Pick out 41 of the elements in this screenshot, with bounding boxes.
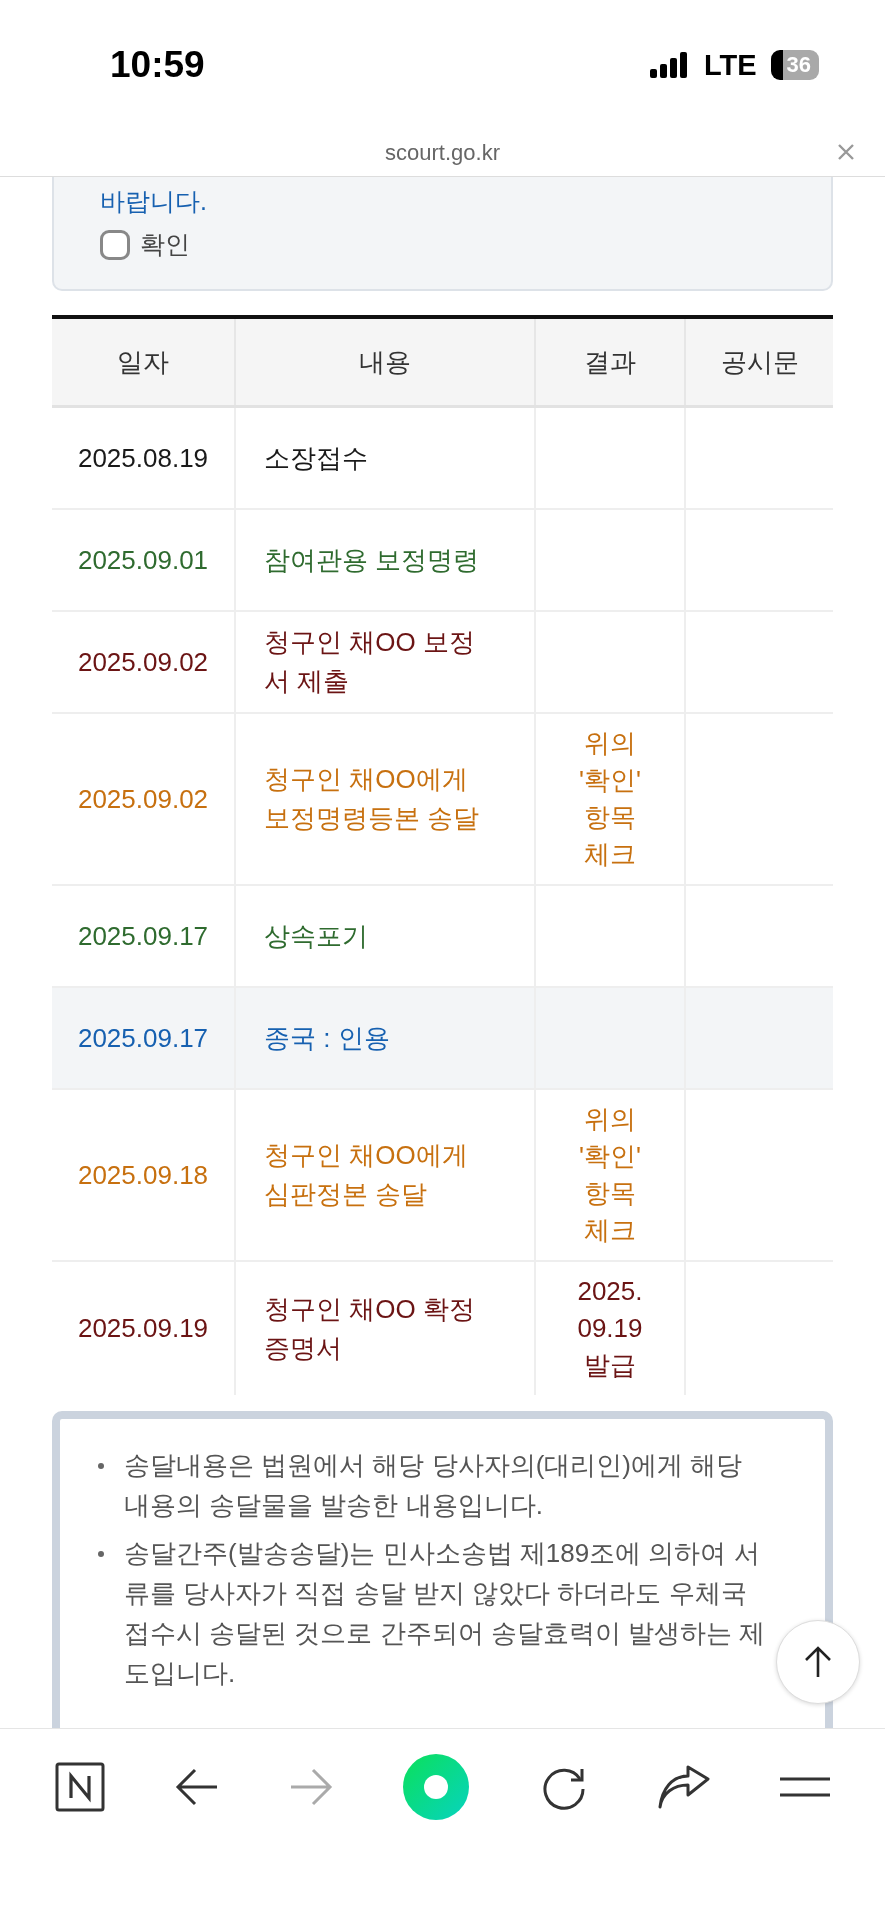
- back-icon[interactable]: [175, 1766, 220, 1807]
- column-header: 일자: [52, 317, 235, 407]
- result-text: 위의 '확인' 항목 체크: [579, 1104, 641, 1245]
- checkbox-label[interactable]: 확인: [140, 228, 190, 261]
- bullet-icon: [98, 1463, 104, 1469]
- n-logo-icon[interactable]: [55, 1761, 106, 1812]
- menu-icon[interactable]: [779, 1775, 830, 1798]
- note-text: 송달간주(발송송달)는 민사소송법 제189조에 의하여 서류를 당사자가 직접 송달 받지 않았다 하더라도 우체국 접수시 송달된 것으로 간주되어 송달효력이 발생하는 제도입니다.: [124, 1537, 767, 1690]
- content-text: 참여관용 보정명령: [264, 544, 480, 575]
- bullet-icon: [98, 1551, 104, 1557]
- share-icon[interactable]: [657, 1764, 710, 1809]
- content-text: 소장접수: [264, 442, 368, 473]
- content-text: 상속포기: [264, 920, 368, 951]
- date-text: 2025.09.02: [77, 646, 209, 677]
- date-text: 2025.08.19: [77, 442, 209, 473]
- note-text: 송달내용은 법원에서 해당 당사자의(대리인)에게 해당 내용의 송달물을 발송한 내용입니다.: [124, 1449, 744, 1522]
- content-text: 청구인 채OO 확정 증명서: [264, 1293, 475, 1363]
- content-text: 종국 : 인용: [264, 1022, 390, 1053]
- date-text: 2025.09.18: [77, 1159, 209, 1190]
- network-label: LTE: [703, 48, 757, 82]
- date-text: 2025.09.17: [77, 920, 209, 951]
- arrow-up-icon: [803, 1645, 833, 1679]
- content-text: 청구인 채OO에게 보정명령등본 송달: [264, 764, 480, 833]
- column-header: 내용: [235, 317, 535, 407]
- close-icon[interactable]: [837, 143, 855, 161]
- result-text: 위의 '확인' 항목 체크: [579, 728, 641, 869]
- date-text: 2025.09.01: [77, 544, 209, 575]
- column-header: 공시문: [685, 317, 833, 407]
- result-text: 2025. 09.19 발급: [577, 1276, 643, 1380]
- battery-level: 36: [770, 50, 819, 80]
- date-text: 2025.09.17: [77, 1022, 209, 1053]
- address-url[interactable]: scourt.go.kr: [385, 140, 500, 166]
- content-text: 청구인 채OO 보정 서 제출: [264, 627, 475, 696]
- notice-text: 바랍니다.: [100, 186, 208, 217]
- date-text: 2025.09.02: [77, 783, 209, 814]
- date-text: 2025.09.19: [77, 1313, 209, 1343]
- column-header: 결과: [535, 317, 685, 407]
- signal-icon: [649, 52, 690, 78]
- content-text: 청구인 채OO에게 심판정본 송달: [264, 1140, 468, 1209]
- status-time: 10:59: [110, 44, 205, 86]
- checkbox[interactable]: [100, 229, 130, 260]
